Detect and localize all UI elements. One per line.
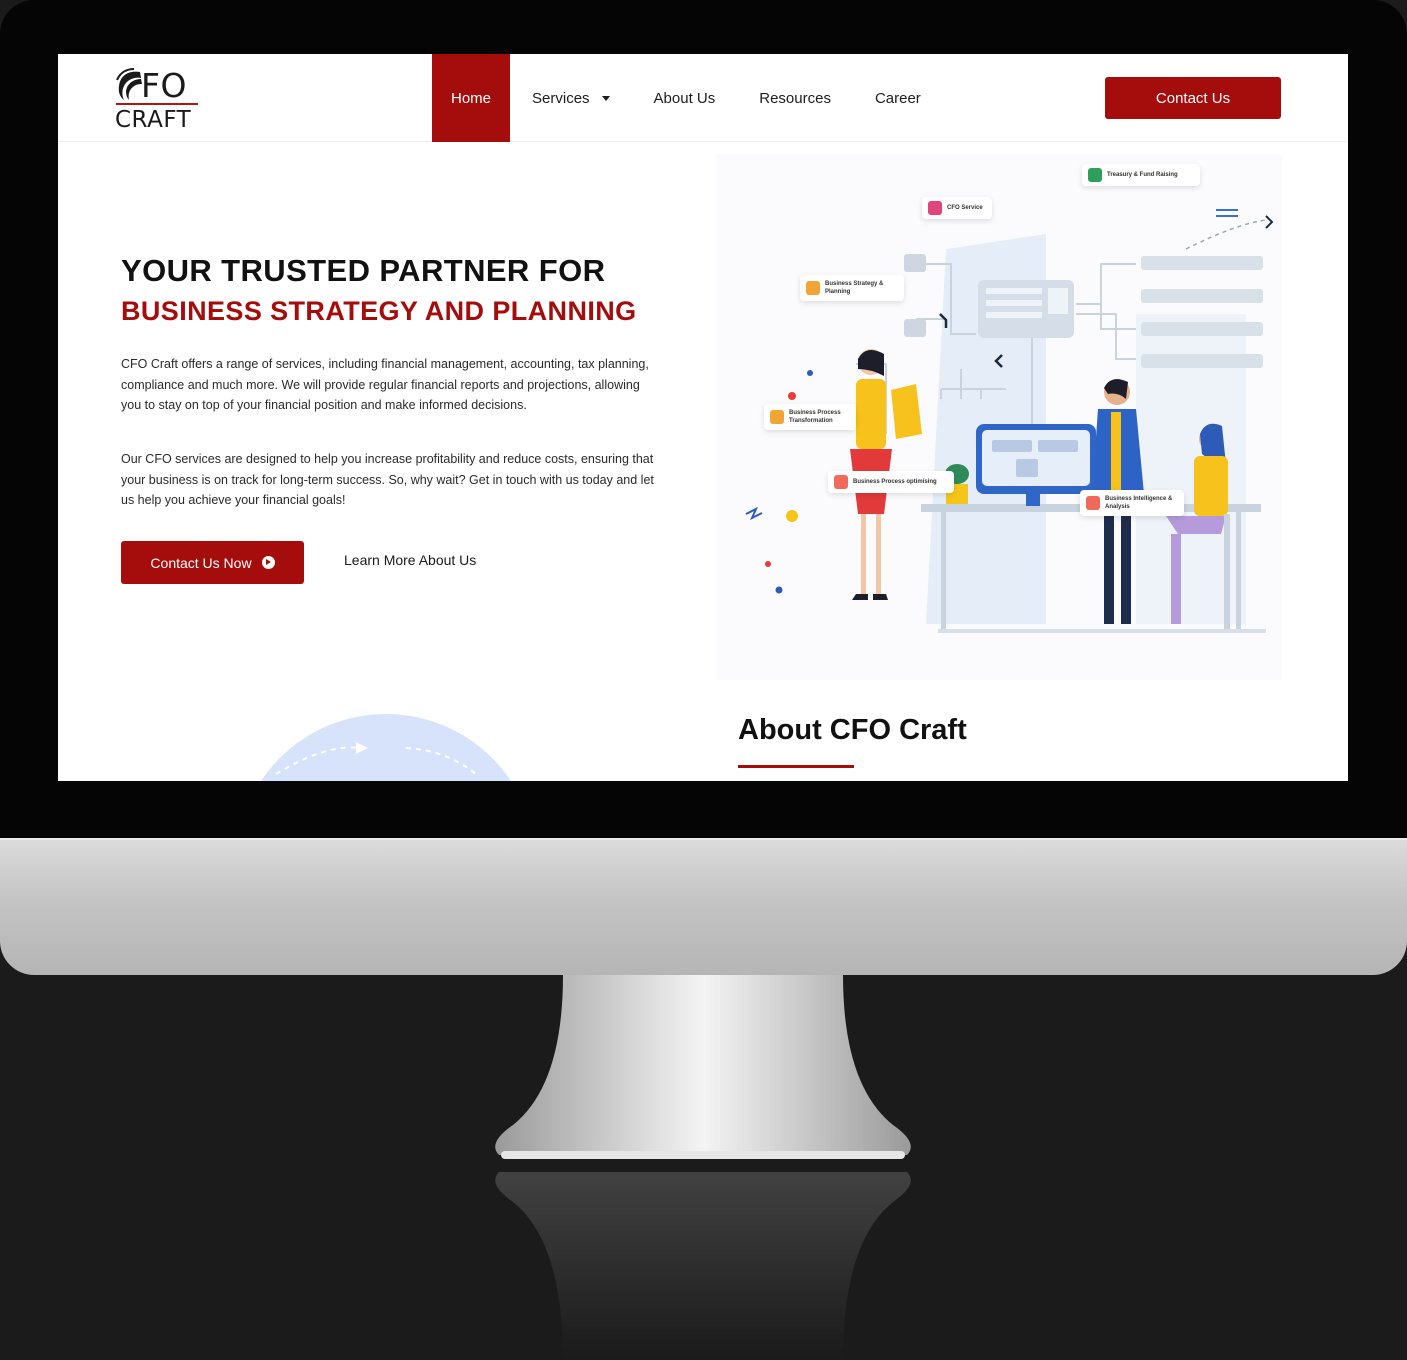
about-title: About CFO Craft xyxy=(738,714,967,746)
about-title-underline xyxy=(738,765,854,768)
main-menu: Home Services About Us Resources Career xyxy=(432,54,943,142)
nav-home-label: Home xyxy=(451,89,492,107)
nav-resources[interactable]: Resources xyxy=(737,54,853,142)
top-navigation: FO CRAFT Home Services About Us Resource… xyxy=(58,54,1348,142)
tag-cfo-service: CFO Service xyxy=(922,197,992,219)
stand-reflection xyxy=(495,1172,911,1360)
hero-paragraph-1: CFO Craft offers a range of services, in… xyxy=(121,357,649,412)
monitor-chin xyxy=(0,838,1407,975)
tag-process-optimising-label: Business Process optimising xyxy=(853,479,937,485)
optimising-icon xyxy=(834,475,848,489)
tag-process-transformation: Business Process Transformation xyxy=(764,404,856,430)
hero-title-line2: BUSINESS STRATEGY AND PLANNING xyxy=(121,296,637,326)
tag-treasury-label: Treasury & Fund Raising xyxy=(1107,172,1178,178)
tag-cfo-service-label: CFO Service xyxy=(947,205,983,211)
dashed-arrow-icon xyxy=(275,742,477,775)
logo-text-fo: FO xyxy=(141,66,187,105)
treasury-icon xyxy=(1088,168,1102,182)
tag-treasury: Treasury & Fund Raising xyxy=(1082,164,1200,186)
arrow-right-circle-icon xyxy=(261,556,275,569)
tag-business-strategy-label: Business Strategy & Planning xyxy=(825,281,884,295)
tag-business-strategy: Business Strategy & Planning xyxy=(800,275,904,301)
nav-about-us[interactable]: About Us xyxy=(632,54,738,142)
hero-title-line1: YOUR TRUSTED PARTNER FOR xyxy=(121,253,606,288)
nav-services-label: Services xyxy=(532,89,590,107)
nav-career[interactable]: Career xyxy=(853,54,943,142)
nav-career-label: Career xyxy=(874,89,921,107)
strategy-icon xyxy=(806,281,820,295)
logo-swoosh-icon xyxy=(116,68,142,100)
tag-process-transformation-label: Business Process Transformation xyxy=(789,410,841,424)
logo-text-craft: CRAFT xyxy=(115,107,192,133)
about-decor-circle xyxy=(236,714,536,781)
cfo-service-icon xyxy=(928,201,942,215)
contact-us-button[interactable]: Contact Us xyxy=(1105,77,1281,119)
hero-paragraph-2: Our CFO services are designed to help yo… xyxy=(121,452,654,507)
tag-process-optimising: Business Process optimising xyxy=(828,471,954,493)
tag-business-intelligence: Business Intelligence & Analysis xyxy=(1080,490,1184,516)
nav-home[interactable]: Home xyxy=(432,54,511,142)
transformation-icon xyxy=(770,410,784,424)
browser-viewport: FO CRAFT Home Services About Us Resource… xyxy=(58,54,1348,781)
monitor-frame: FO CRAFT Home Services About Us Resource… xyxy=(0,0,1407,975)
intelligence-icon xyxy=(1086,496,1100,510)
logo-rule xyxy=(116,103,198,105)
learn-more-link[interactable]: Learn More About Us xyxy=(344,552,476,568)
nav-resources-label: Resources xyxy=(759,89,831,107)
nav-services[interactable]: Services xyxy=(510,54,632,142)
contact-us-now-button[interactable]: Contact Us Now xyxy=(121,541,304,584)
cfo-craft-logo[interactable]: FO CRAFT xyxy=(114,66,204,136)
tag-business-intelligence-label: Business Intelligence & Analysis xyxy=(1105,496,1173,510)
hero-illustration: Treasury & Fund Raising CFO Service Busi… xyxy=(716,154,1282,680)
chevron-down-icon xyxy=(601,95,610,101)
contact-us-now-label: Contact Us Now xyxy=(150,554,252,571)
nav-about-label: About Us xyxy=(653,89,716,107)
monitor-stand xyxy=(495,975,911,1159)
